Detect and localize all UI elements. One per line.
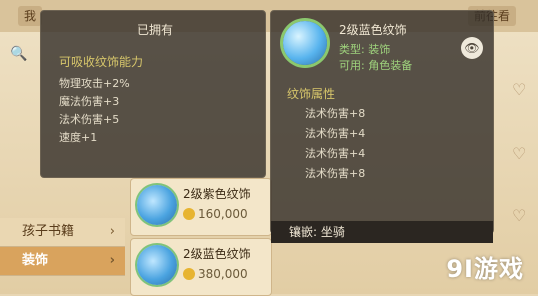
coin-icon: [183, 208, 195, 220]
eye-icon[interactable]: 👁: [461, 37, 483, 59]
item-price: 380,000: [183, 267, 248, 281]
site-watermark: 9I游戏: [446, 255, 524, 283]
shop-item-card[interactable]: 2级紫色纹饰 160,000: [130, 178, 272, 236]
tooltip-stat-line: 魔法伤害+3: [59, 95, 120, 108]
tooltip-stat-line: 法术伤害+8: [305, 107, 366, 120]
tooltip-stat-line: 速度+1: [59, 131, 98, 144]
tooltip-section: 纹饰属性: [287, 87, 336, 101]
tooltip-left: 已拥有 可吸收纹饰能力 物理攻击+2% 魔法伤害+3 法术伤害+5 速度+1: [40, 10, 266, 178]
chevron-right-icon: ›: [109, 224, 115, 239]
tooltip-tag: 可用: 角色装备: [339, 59, 413, 72]
tooltip-stat-line: 法术伤害+8: [305, 167, 366, 180]
heart-icon[interactable]: ♡: [512, 206, 530, 225]
category-item[interactable]: 孩子书籍 ›: [0, 218, 125, 247]
category-label: 装饰: [22, 253, 49, 268]
shop-item-card[interactable]: 2级蓝色纹饰 380,000: [130, 238, 272, 296]
heart-icon[interactable]: ♡: [512, 80, 530, 99]
tooltip-stat-line: 物理攻击+2%: [59, 77, 130, 90]
item-icon: [283, 21, 327, 65]
search-icon[interactable]: 🔍: [10, 46, 27, 62]
chevron-right-icon: ›: [109, 253, 115, 268]
category-item[interactable]: 装饰 ›: [0, 247, 125, 276]
tooltip-title: 2级蓝色纹饰: [339, 23, 407, 37]
tooltip-right: 2级蓝色纹饰 类型: 装饰 可用: 角色装备 👁 纹饰属性 法术伤害+8 法术伤…: [270, 10, 494, 243]
tooltip-section: 可吸收纹饰能力: [59, 55, 144, 69]
category-label: 孩子书籍: [22, 224, 75, 239]
heart-icon[interactable]: ♡: [512, 144, 530, 163]
tooltip-stat-line: 法术伤害+4: [305, 147, 366, 160]
category-list: 孩子书籍 › 装饰 ›: [0, 218, 125, 276]
item-icon: [137, 245, 177, 285]
tooltip-tag: 类型: 装饰: [339, 43, 391, 56]
tooltip-stat-line: 法术伤害+5: [59, 113, 120, 126]
item-price: 160,000: [183, 207, 248, 221]
tab-first[interactable]: 我: [18, 6, 43, 26]
item-name: 2级蓝色纹饰: [183, 247, 251, 261]
item-icon: [137, 185, 177, 225]
item-price-value: 160,000: [198, 207, 248, 221]
tooltip-title: 已拥有: [137, 23, 174, 37]
tooltip-footer-bar: 镶嵌: 坐骑: [271, 221, 493, 243]
coin-icon: [183, 268, 195, 280]
tooltip-stat-line: 法术伤害+4: [305, 127, 366, 140]
favorites-column: ♡ ♡ ♡: [506, 36, 538, 266]
item-name: 2级紫色纹饰: [183, 187, 251, 201]
item-price-value: 380,000: [198, 267, 248, 281]
